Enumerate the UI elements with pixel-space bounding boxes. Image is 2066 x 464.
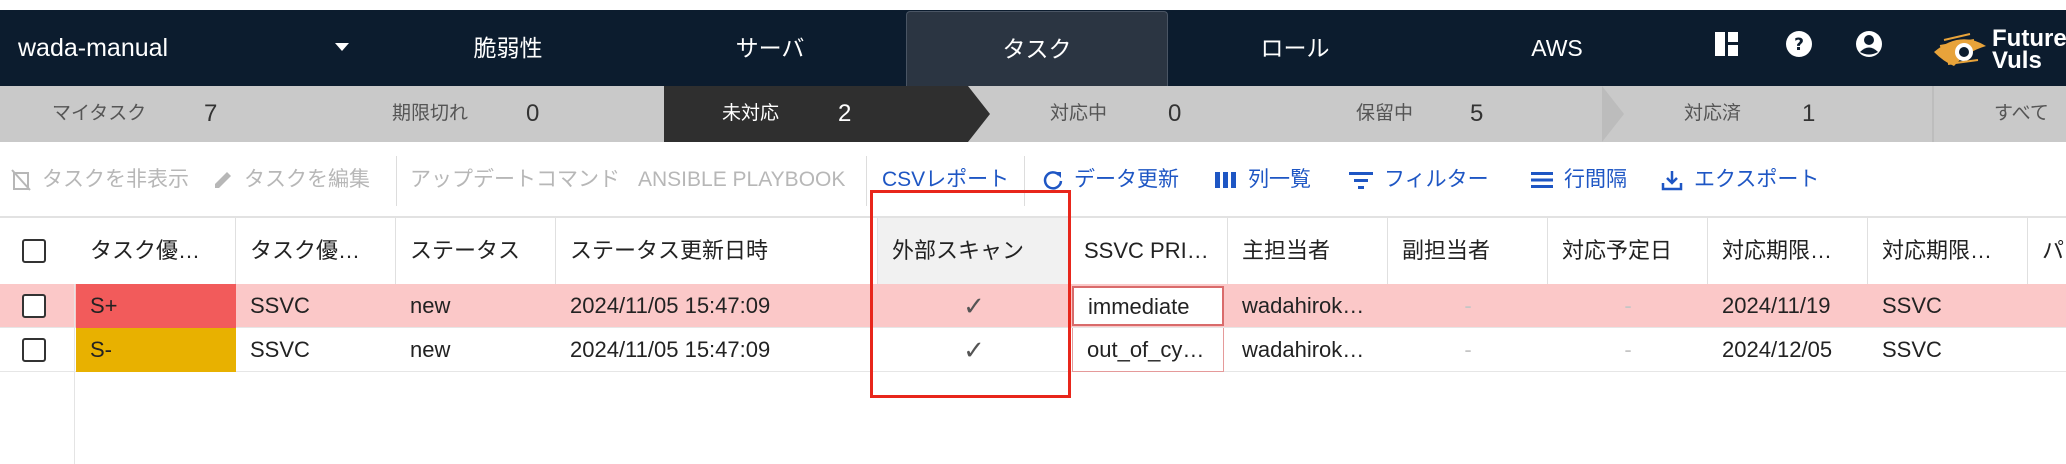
hide-task-button[interactable]: タスクを非表示: [10, 142, 189, 218]
status-filter-bar: マイタスク 7 期限切れ 0 未対応 2 対応中 0 保留中 5 対応済 1 す…: [0, 86, 2066, 142]
update-command-button[interactable]: アップデートコマンド: [410, 142, 620, 218]
tab-roles[interactable]: ロール: [1164, 10, 1426, 86]
row-checkbox[interactable]: [22, 294, 46, 318]
sub-owner-cell: -: [1464, 293, 1472, 318]
org-dropdown-caret-icon[interactable]: [335, 43, 349, 51]
tab-aws[interactable]: AWS: [1426, 10, 1688, 86]
planned-date-cell: -: [1624, 293, 1632, 318]
table-row[interactable]: S+ SSVC new 2024/11/05 15:47:09 ✓ immedi…: [0, 284, 2066, 328]
status-cell: new: [410, 293, 451, 318]
csv-report-button[interactable]: CSVレポート: [882, 142, 1009, 218]
refresh-data-button[interactable]: データ更新: [1042, 142, 1179, 218]
columns-button[interactable]: 列一覧: [1214, 142, 1311, 218]
ssvc-priority-cell[interactable]: out_of_cy…: [1072, 328, 1224, 372]
segment-chevron: [1602, 86, 1624, 142]
table-header-row: タスク優… タスク優… ステータス ステータス更新日時 外部スキャン SSVC …: [0, 218, 2066, 285]
pencil-icon: [215, 172, 231, 189]
col-header-sub-owner[interactable]: 副担当者: [1388, 218, 1548, 284]
col-header-task-priority-type[interactable]: タスク優…: [236, 218, 396, 284]
row-checkbox[interactable]: [22, 338, 46, 362]
task-toolbar: タスクを非表示 タスクを編集 アップデートコマンド ANSIBLE PLAYBO…: [0, 142, 2066, 218]
filter-unhandled[interactable]: 未対応 2: [664, 86, 968, 142]
external-scan-check-icon: ✓: [963, 335, 985, 365]
external-scan-check-icon: ✓: [963, 291, 985, 321]
download-icon: [1661, 171, 1683, 191]
col-header-status[interactable]: ステータス: [396, 218, 556, 284]
svg-text:?: ?: [1794, 35, 1804, 55]
status-updated-cell: 2024/11/05 15:47:09: [570, 337, 771, 362]
org-selector[interactable]: wada-manual: [18, 10, 168, 86]
status-updated-cell: 2024/11/05 15:47:09: [570, 293, 771, 318]
tab-vulnerability[interactable]: 脆弱性: [377, 10, 639, 86]
tab-servers[interactable]: サーバ: [639, 10, 901, 86]
col-header-external-scan[interactable]: 外部スキャン: [878, 218, 1070, 284]
filter-button[interactable]: フィルター: [1348, 142, 1489, 218]
planned-date-cell: -: [1624, 337, 1632, 362]
table-row[interactable]: S- SSVC new 2024/11/05 15:47:09 ✓ out_of…: [0, 328, 2066, 372]
deadline-cell: 2024/11/19: [1722, 293, 1831, 318]
priority-cell: S+: [76, 284, 236, 328]
col-header-truncated[interactable]: パ: [2028, 218, 2066, 284]
owner-cell: wadahirok…: [1242, 337, 1365, 362]
refresh-icon: [1043, 171, 1063, 191]
toolbar-divider: [1024, 156, 1025, 206]
priority-type-cell: SSVC: [250, 337, 310, 362]
deadline-type-cell: SSVC: [1882, 337, 1942, 362]
filter-overdue[interactable]: 期限切れ 0: [330, 86, 664, 142]
help-icon[interactable]: ?: [1784, 29, 1814, 59]
toolbar-divider: [396, 156, 397, 206]
sub-owner-cell: -: [1464, 337, 1472, 362]
toolbar-divider: [866, 156, 867, 206]
density-icon: [1531, 172, 1553, 189]
row-spacing-button[interactable]: 行間隔: [1530, 142, 1627, 218]
columns-icon: [1215, 172, 1236, 189]
filter-done[interactable]: 対応済 1: [1624, 86, 1932, 142]
filter-icon: [1349, 172, 1373, 190]
filter-on-hold[interactable]: 保留中 5: [1296, 86, 1602, 142]
hide-icon: [11, 169, 31, 192]
col-header-deadline[interactable]: 対応期限…: [1708, 218, 1868, 284]
col-header-planned-date[interactable]: 対応予定日: [1548, 218, 1708, 284]
col-header-ssvc-priority[interactable]: SSVC PRI…: [1070, 218, 1228, 284]
task-table: タスク優… タスク優… ステータス ステータス更新日時 外部スキャン SSVC …: [0, 218, 2066, 464]
filter-all[interactable]: すべて: [1932, 86, 2066, 142]
board-icon[interactable]: [1712, 29, 1742, 59]
filter-in-progress[interactable]: 対応中 0: [990, 86, 1296, 142]
logo-text: Future Vuls: [1992, 25, 2066, 74]
account-icon[interactable]: [1854, 29, 1884, 59]
deadline-type-cell: SSVC: [1882, 293, 1942, 318]
col-header-owner[interactable]: 主担当者: [1228, 218, 1388, 284]
filter-my-tasks[interactable]: マイタスク 7: [0, 86, 330, 142]
owner-cell: wadahirok…: [1242, 293, 1365, 318]
col-header-task-priority[interactable]: タスク優…: [76, 218, 236, 284]
table-left-gutter: [74, 284, 75, 464]
app-header: wada-manual 脆弱性 サーバ タスク ロール AWS ? Future…: [0, 10, 2066, 86]
active-chevron: [968, 86, 990, 142]
col-header-status-updated[interactable]: ステータス更新日時: [556, 218, 878, 284]
tab-tasks[interactable]: タスク: [906, 11, 1168, 86]
priority-cell: S-: [76, 328, 236, 372]
deadline-cell: 2024/12/05: [1722, 337, 1833, 362]
ansible-playbook-button[interactable]: ANSIBLE PLAYBOOK: [638, 142, 845, 218]
status-cell: new: [410, 337, 451, 362]
priority-type-cell: SSVC: [250, 293, 310, 318]
export-button[interactable]: エクスポート: [1660, 142, 1819, 218]
ssvc-priority-cell[interactable]: immediate: [1072, 286, 1224, 326]
col-header-deadline-type[interactable]: 対応期限…: [1868, 218, 2028, 284]
top-strip: [0, 0, 2066, 10]
edit-task-button[interactable]: タスクを編集: [212, 142, 370, 218]
select-all-checkbox[interactable]: [22, 239, 46, 263]
